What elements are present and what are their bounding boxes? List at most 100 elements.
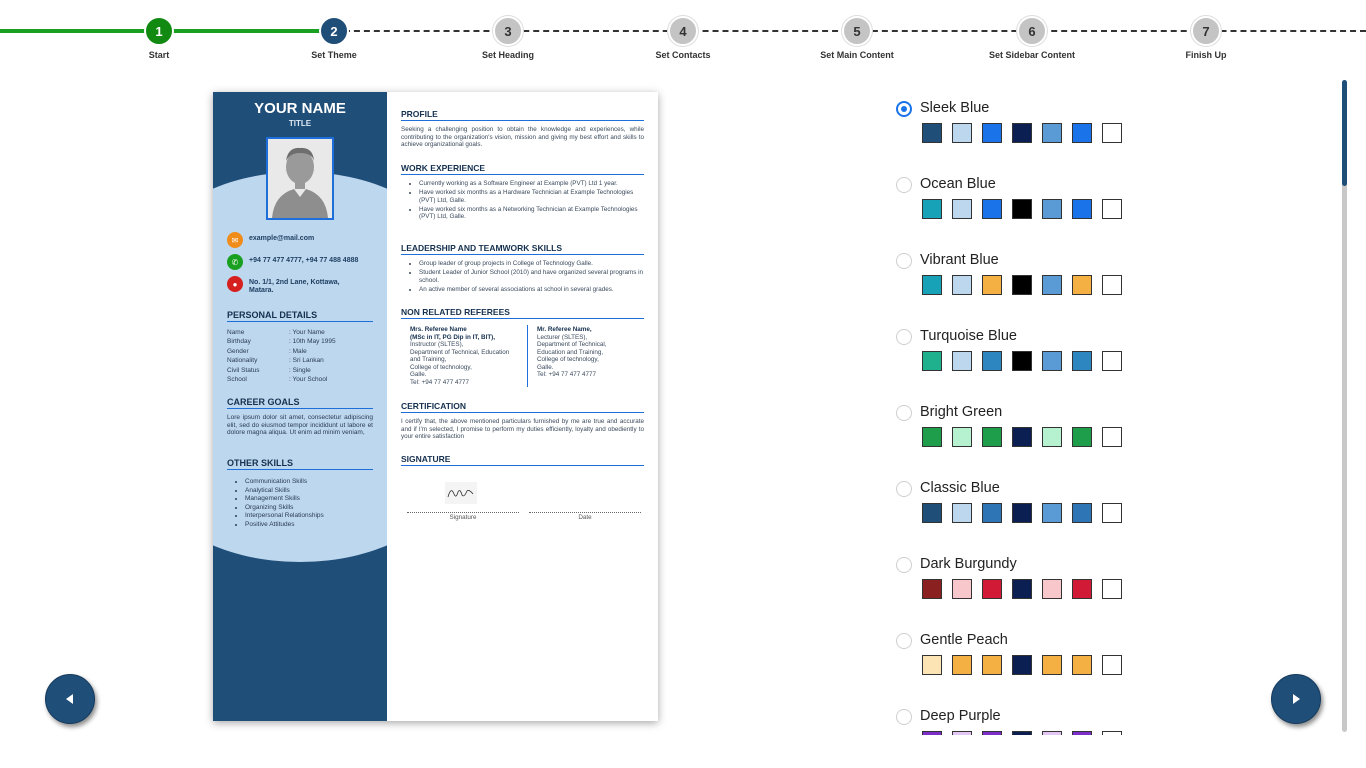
scrollbar-thumb[interactable] — [1342, 80, 1347, 186]
theme-option[interactable]: Turquoise Blue — [894, 324, 1194, 384]
other-skills-heading: OTHER SKILLS — [227, 458, 373, 470]
career-goals-heading: CAREER GOALS — [227, 397, 373, 409]
referee-line: Department of Technical, Education and T… — [410, 348, 510, 364]
color-swatch — [1042, 123, 1062, 143]
contact-email-text: example@mail.com — [249, 235, 315, 242]
signature-image — [445, 482, 477, 504]
detail-value: : Your School — [289, 376, 328, 383]
theme-radio[interactable] — [896, 633, 912, 649]
referee-divider — [527, 325, 528, 387]
color-swatch — [1012, 655, 1032, 675]
theme-option[interactable]: Dark Burgundy — [894, 552, 1194, 612]
step-number: 4 — [668, 16, 698, 46]
list-item: Positive Attitudes — [245, 521, 324, 530]
step-finish-up[interactable]: 7 Finish Up — [1146, 16, 1266, 60]
location-pin-icon: ● — [227, 276, 243, 292]
list-item: Management Skills — [245, 495, 324, 504]
referee-line: Lecturer (SLTES), — [537, 333, 588, 341]
step-set-sidebar-content[interactable]: 6 Set Sidebar Content — [972, 16, 1092, 60]
list-item: Analytical Skills — [245, 487, 324, 496]
step-set-contacts[interactable]: 4 Set Contacts — [623, 16, 743, 60]
contact-phone-text: +94 77 477 4777, +94 77 488 4888 — [249, 257, 359, 264]
theme-swatches — [922, 199, 1122, 219]
avatar-silhouette-icon — [268, 139, 332, 218]
color-swatch — [1102, 655, 1122, 675]
theme-option[interactable]: Sleek Blue — [894, 96, 1194, 156]
contact-address-text: No. 1/1, 2nd Lane, Kottawa, Matara. — [249, 279, 340, 294]
skills-list: Communication Skills Analytical Skills M… — [245, 478, 324, 529]
detail-value: : Single — [289, 367, 311, 374]
color-swatch — [1012, 123, 1032, 143]
profile-text: Seeking a challenging position to obtain… — [401, 126, 644, 148]
step-set-theme[interactable]: 2 Set Theme — [274, 16, 394, 60]
theme-option[interactable]: Classic Blue — [894, 476, 1194, 536]
personal-detail-row: Civil Status: Single — [227, 367, 377, 374]
color-swatch — [1012, 351, 1032, 371]
theme-radio[interactable] — [896, 709, 912, 725]
color-swatch — [1072, 503, 1092, 523]
step-set-main-content[interactable]: 5 Set Main Content — [797, 16, 917, 60]
theme-radio[interactable] — [896, 101, 912, 117]
theme-radio[interactable] — [896, 253, 912, 269]
phone-icon: ✆ — [227, 254, 243, 270]
theme-swatches — [922, 427, 1122, 447]
color-swatch — [1012, 275, 1032, 295]
resume-sidebar: YOUR NAME TITLE ✉ example@mail.com ✆ +94… — [213, 92, 387, 721]
color-swatch — [922, 123, 942, 143]
profile-heading: PROFILE — [401, 109, 644, 121]
theme-radio[interactable] — [896, 557, 912, 573]
profile-photo — [266, 137, 334, 220]
theme-radio[interactable] — [896, 405, 912, 421]
detail-value: : Your Name — [289, 329, 325, 336]
color-swatch — [982, 427, 1002, 447]
referee-qualifications: (MSc in IT, PG Dip in IT, BIT), — [410, 333, 496, 341]
theme-option[interactable]: Vibrant Blue — [894, 248, 1194, 308]
step-label: Set Theme — [311, 50, 357, 60]
referee-line: Tel: +94 77 477 4777 — [537, 371, 596, 378]
personal-detail-row: School: Your School — [227, 376, 377, 383]
color-swatch — [1012, 731, 1032, 735]
theme-list-scrollbar[interactable] — [1342, 80, 1347, 732]
theme-option[interactable]: Gentle Peach — [894, 628, 1194, 688]
theme-radio[interactable] — [896, 481, 912, 497]
referee-line: Galle. — [410, 371, 427, 378]
triangle-right-icon — [1293, 694, 1300, 704]
resume-preview: YOUR NAME TITLE ✉ example@mail.com ✆ +94… — [213, 92, 658, 721]
step-set-heading[interactable]: 3 Set Heading — [448, 16, 568, 60]
detail-value: : 10th May 1995 — [289, 338, 336, 345]
color-swatch — [952, 427, 972, 447]
color-swatch — [1042, 275, 1062, 295]
color-swatch — [1042, 199, 1062, 219]
color-swatch — [922, 199, 942, 219]
color-swatch — [952, 275, 972, 295]
career-goals-text: Lore ipsum dolor sit amet, consectetur a… — [227, 414, 373, 436]
color-swatch — [1012, 503, 1032, 523]
leadership-heading: LEADERSHIP AND TEAMWORK SKILLS — [401, 243, 644, 255]
color-swatch — [982, 503, 1002, 523]
theme-radio[interactable] — [896, 329, 912, 345]
color-swatch — [1042, 351, 1062, 371]
color-swatch — [982, 199, 1002, 219]
color-swatch — [1102, 731, 1122, 735]
step-start[interactable]: 1 Start — [99, 16, 219, 60]
step-number: 6 — [1017, 16, 1047, 46]
theme-swatches — [922, 503, 1122, 523]
list-item: Communication Skills — [245, 478, 324, 487]
color-swatch — [1012, 579, 1032, 599]
theme-radio[interactable] — [896, 177, 912, 193]
color-swatch — [1102, 275, 1122, 295]
color-swatch — [922, 351, 942, 371]
signature-heading: SIGNATURE — [401, 454, 644, 466]
theme-option[interactable]: Bright Green — [894, 400, 1194, 460]
color-swatch — [1012, 199, 1032, 219]
theme-swatches — [922, 351, 1122, 371]
next-step-button[interactable] — [1271, 674, 1321, 724]
previous-step-button[interactable] — [45, 674, 95, 724]
theme-option[interactable]: Ocean Blue — [894, 172, 1194, 232]
color-swatch — [1072, 199, 1092, 219]
date-label: Date — [529, 512, 641, 521]
step-number: 3 — [493, 16, 523, 46]
signature-label: Signature — [407, 512, 519, 521]
color-swatch — [1042, 503, 1062, 523]
theme-option[interactable]: Deep Purple — [894, 704, 1194, 735]
